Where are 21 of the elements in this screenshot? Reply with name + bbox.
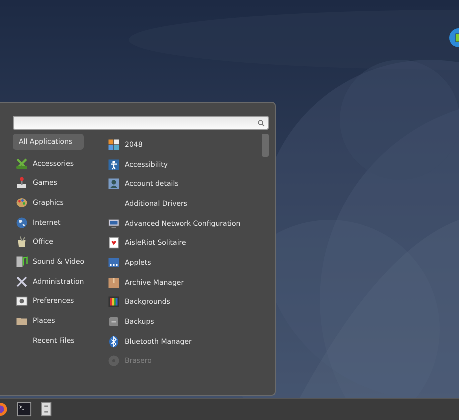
window-icon <box>108 256 120 269</box>
user-icon <box>108 178 120 190</box>
joystick-icon <box>16 177 28 190</box>
cup-icon <box>16 236 28 248</box>
drive-icon <box>108 316 120 328</box>
media-icon <box>16 256 28 268</box>
terminal-icon[interactable] <box>17 402 32 417</box>
folder-icon <box>16 315 28 328</box>
person-icon <box>108 158 120 171</box>
search-icon <box>258 120 265 126</box>
tiles-icon <box>108 138 120 151</box>
monitor-icon <box>108 218 120 230</box>
box-icon <box>108 276 120 289</box>
stripes-icon <box>108 296 120 308</box>
settings-icon <box>16 295 28 308</box>
file-cabinet-icon[interactable] <box>39 402 54 417</box>
card-icon <box>108 237 120 250</box>
globe-icon <box>16 216 28 229</box>
palette-icon <box>16 196 28 209</box>
search-field[interactable] <box>13 116 269 130</box>
bluetooth-icon <box>108 336 120 348</box>
